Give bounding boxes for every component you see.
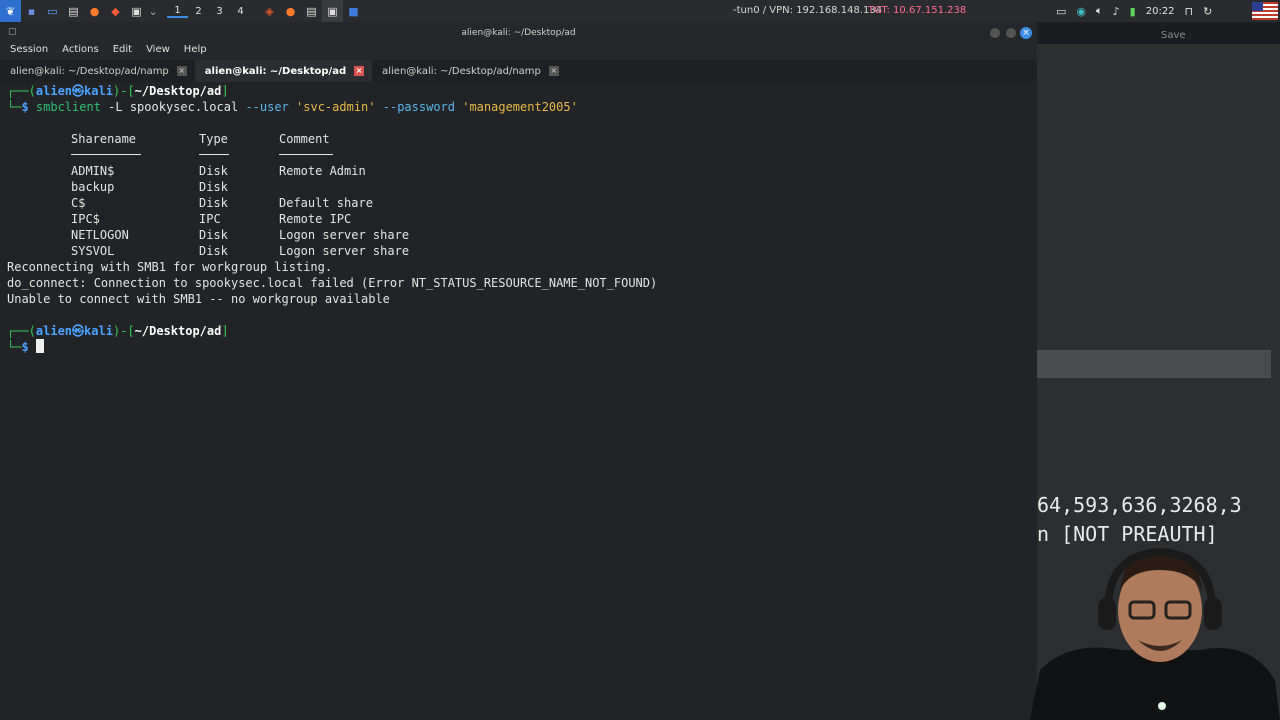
workspace-3[interactable]: 3 [209,6,230,17]
file-manager-icon[interactable]: ▭ [42,0,63,22]
close-icon[interactable]: × [1020,27,1032,39]
firefox-window-icon[interactable]: ● [280,0,301,22]
header-comment: Comment [279,132,330,146]
burp-icon[interactable]: ◆ [105,0,126,22]
table-cell: Default share [279,196,373,210]
volume-icon[interactable]: 🔈︎ [1096,4,1103,18]
headphone-left [1098,598,1116,630]
background-output-line: 64,593,636,3268,3 [1037,493,1242,517]
headphone-right [1204,598,1222,630]
terminal-output[interactable]: ┌──(alien㉿kali)-[~/Desktop/ad] └─$ smbcl… [0,82,1037,720]
tab-label: alien@kali: ~/Desktop/ad/namp [382,65,541,77]
output-line: do_connect: Connection to spookysec.loca… [7,276,658,290]
workspace-2[interactable]: 2 [188,6,209,17]
clock: 20:22 [1145,5,1175,17]
window-titlebar: ▢ alien@kali: ~/Desktop/ad × [0,22,1037,44]
header-underline [71,154,141,155]
menu-help[interactable]: Help [184,44,207,60]
table-cell: Remote Admin [279,164,366,178]
output-line: Reconnecting with SMB1 for workgroup lis… [7,260,333,274]
mic-light [1158,702,1166,710]
save-button[interactable]: Save [1161,30,1186,41]
tab-close-icon[interactable]: × [354,66,365,76]
table-cell: Remote IPC [279,212,352,226]
table-row: C$ [71,196,86,210]
refresh-icon[interactable]: ↻ [1203,5,1212,18]
workspace-1[interactable]: 1 [167,5,188,18]
table-cell: Logon server share [279,228,410,242]
table-row: backup [71,180,115,194]
app-tray-icon[interactable]: ◉ [1076,5,1086,18]
table-cell: IPC [199,212,221,226]
tab-namp-1[interactable]: alien@kali: ~/Desktop/ad/namp × [0,60,195,82]
tab-namp-2[interactable]: alien@kali: ~/Desktop/ad/namp × [372,60,567,82]
folder-window-icon[interactable]: ■ [343,0,364,22]
vpn-status: -tun0 / VPN: 192.168.148.134 [733,5,883,16]
window-icon[interactable]: ▭ [1056,5,1066,18]
text-editor-window-icon[interactable]: ▤ [301,0,322,22]
system-tray: ▭ ◉ 🔈︎ ♪ ▮ 20:22 ⊓ ↻ [1056,0,1212,22]
table-cell: Logon server share [279,244,410,258]
tab-close-icon[interactable]: × [548,66,559,76]
chevron-down-icon[interactable]: ⌄ [147,0,159,22]
desktop-icon[interactable]: ▪ [21,0,42,22]
minimize-icon[interactable] [990,28,1000,38]
us-flag-icon[interactable] [1252,2,1278,20]
header-underline [199,154,229,155]
lock-icon[interactable]: ⊓ [1185,5,1194,18]
bell-icon[interactable]: ♪ [1113,5,1120,18]
header-type: Type [199,132,228,146]
menu-bar: Session Actions Edit View Help [0,44,1037,60]
terminal-icon[interactable]: ▣ [126,0,147,22]
table-cell: Disk [199,244,228,258]
firefox-icon[interactable]: ● [84,0,105,22]
tab-ad[interactable]: alien@kali: ~/Desktop/ad × [194,60,373,82]
webcam-overlay [1030,547,1280,720]
table-row: ADMIN$ [71,164,115,178]
workspace-4[interactable]: 4 [230,6,251,17]
header-underline [279,154,333,155]
prompt-line: ┌──(alien㉿kali)-[~/Desktop/ad] [7,84,229,98]
selected-row [1037,350,1271,378]
brave-icon[interactable]: ◈ [259,0,280,22]
tab-label: alien@kali: ~/Desktop/ad/namp [10,65,169,77]
output-line: Unable to connect with SMB1 -- no workgr… [7,292,390,306]
tab-close-icon[interactable]: × [176,66,187,76]
window-title: alien@kali: ~/Desktop/ad [461,28,576,38]
text-editor-icon[interactable]: ▤ [63,0,84,22]
header-sharename: Sharename [71,132,137,146]
maximize-icon[interactable] [1006,28,1016,38]
terminal-window-icon[interactable]: ▣ [322,0,343,22]
menu-actions[interactable]: Actions [62,44,99,60]
menu-edit[interactable]: Edit [113,44,132,60]
table-row: SYSVOL [71,244,115,258]
system-taskbar: ❦ ▪ ▭ ▤ ● ◆ ▣ ⌄ 1 2 3 4 ◈ ● ▤ ▣ ■ -tun0 … [0,0,1280,22]
table-cell: Disk [199,228,228,242]
text-cursor [35,339,44,353]
table-cell: Disk [199,164,228,178]
table-row: NETLOGON [71,228,129,242]
table-cell: Disk [199,196,228,210]
command-line: └─$ smbclient -L spookysec.local --user … [7,100,578,114]
tgt-status: TGT: 10.67.151.238 [868,5,967,16]
input-line[interactable]: └─$ [7,339,44,355]
menu-view[interactable]: View [146,44,170,60]
menu-session[interactable]: Session [10,44,48,60]
kali-menu-icon[interactable]: ❦ [0,0,21,22]
prompt-line: ┌──(alien㉿kali)-[~/Desktop/ad] [7,324,229,338]
battery-icon[interactable]: ▮ [1130,5,1136,18]
tab-label: alien@kali: ~/Desktop/ad [204,65,347,77]
table-cell: Disk [199,180,228,194]
table-row: IPC$ [71,212,100,226]
terminal-tabs: alien@kali: ~/Desktop/ad/namp × alien@ka… [0,60,1037,82]
